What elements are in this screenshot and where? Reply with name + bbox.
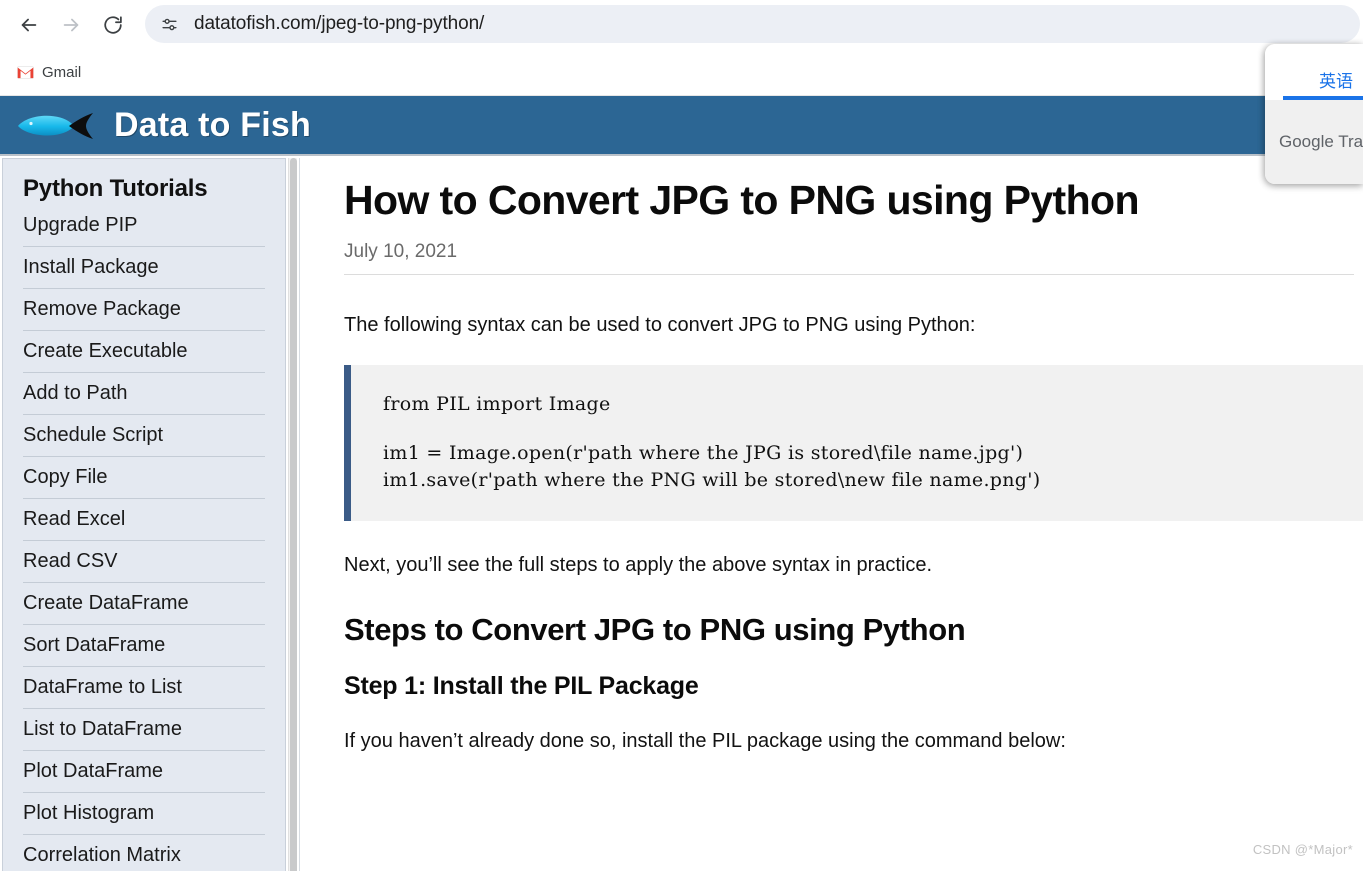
- sidebar-item-remove-package[interactable]: Remove Package: [23, 289, 265, 331]
- code-block: from PIL import Image im1 = Image.open(r…: [344, 365, 1363, 521]
- sidebar-item-read-csv[interactable]: Read CSV: [23, 541, 265, 583]
- tune-sliders-icon[interactable]: [155, 10, 183, 38]
- web-page: Data to Fish Python Tutorials Upgrade PI…: [0, 96, 1363, 871]
- bookmark-gmail-label: Gmail: [42, 63, 82, 81]
- reload-icon: [102, 14, 124, 36]
- site-header: Data to Fish: [0, 96, 1363, 156]
- code-line-3: im1.save(r'path where the PNG will be st…: [383, 469, 1041, 492]
- bookmarks-bar: Gmail: [0, 49, 1363, 96]
- forward-button[interactable]: [54, 8, 88, 42]
- page-body: Python Tutorials Upgrade PIP Install Pac…: [0, 158, 1363, 871]
- sidebar-item-install-package[interactable]: Install Package: [23, 247, 265, 289]
- browser-window: datatofish.com/jpeg-to-png-python/ Gmail: [0, 0, 1363, 871]
- translate-footer: Google Tra: [1265, 100, 1363, 184]
- sidebar-scrollbar-thumb[interactable]: [290, 158, 297, 871]
- sidebar-item-plot-dataframe[interactable]: Plot DataFrame: [23, 751, 265, 793]
- sidebar-item-upgrade-pip[interactable]: Upgrade PIP: [23, 205, 265, 247]
- sidebar-item-list-to-dataframe[interactable]: List to DataFrame: [23, 709, 265, 751]
- intro-paragraph: The following syntax can be used to conv…: [344, 314, 976, 337]
- fish-logo-icon[interactable]: [14, 105, 98, 145]
- section-heading: Steps to Convert JPG to PNG using Python: [344, 611, 966, 647]
- back-button[interactable]: [12, 8, 46, 42]
- step-1-heading: Step 1: Install the PIL Package: [344, 671, 699, 700]
- sidebar-item-create-executable[interactable]: Create Executable: [23, 331, 265, 373]
- sidebar-title: Python Tutorials: [23, 175, 208, 202]
- sidebar-item-read-excel[interactable]: Read Excel: [23, 499, 265, 541]
- forward-arrow-icon: [60, 14, 82, 36]
- browser-toolbar: datatofish.com/jpeg-to-png-python/: [0, 0, 1363, 49]
- sidebar-item-add-to-path[interactable]: Add to Path: [23, 373, 265, 415]
- sidebar-item-plot-histogram[interactable]: Plot Histogram: [23, 793, 265, 835]
- bookmark-gmail[interactable]: Gmail: [8, 57, 89, 87]
- article-content: How to Convert JPG to PNG using Python J…: [299, 158, 1363, 871]
- sidebar-scrollbar[interactable]: [288, 158, 297, 871]
- watermark: CSDN @*Major*: [1252, 842, 1353, 857]
- sidebar-item-dataframe-to-list[interactable]: DataFrame to List: [23, 667, 265, 709]
- code-line-1: from PIL import Image: [383, 393, 611, 416]
- sidebar-item-sort-dataframe[interactable]: Sort DataFrame: [23, 625, 265, 667]
- address-bar-url[interactable]: datatofish.com/jpeg-to-png-python/: [194, 13, 484, 35]
- gmail-icon: [16, 63, 34, 81]
- sidebar-item-schedule-script[interactable]: Schedule Script: [23, 415, 265, 457]
- sidebar-item-correlation-matrix[interactable]: Correlation Matrix: [23, 835, 265, 871]
- sidebar-item-create-dataframe[interactable]: Create DataFrame: [23, 583, 265, 625]
- sidebar: Python Tutorials Upgrade PIP Install Pac…: [2, 158, 286, 871]
- page-title: How to Convert JPG to PNG using Python: [344, 177, 1140, 223]
- translate-language-tabs: 英语: [1265, 44, 1363, 100]
- post-date: July 10, 2021: [344, 241, 1354, 276]
- after-code-paragraph: Next, you’ll see the full steps to apply…: [344, 553, 933, 576]
- address-bar[interactable]: datatofish.com/jpeg-to-png-python/: [145, 5, 1360, 43]
- back-arrow-icon: [18, 14, 40, 36]
- reload-button[interactable]: [96, 8, 130, 42]
- google-translate-popup[interactable]: 英语 Google Tra: [1265, 44, 1363, 184]
- step-1-paragraph: If you haven’t already done so, install …: [344, 729, 1066, 752]
- code-line-2: im1 = Image.open(r'path where the JPG is…: [383, 441, 1024, 464]
- google-translate-brand-label: Google Tra: [1279, 132, 1363, 151]
- sidebar-item-copy-file[interactable]: Copy File: [23, 457, 265, 499]
- site-title: Data to Fish: [114, 105, 311, 144]
